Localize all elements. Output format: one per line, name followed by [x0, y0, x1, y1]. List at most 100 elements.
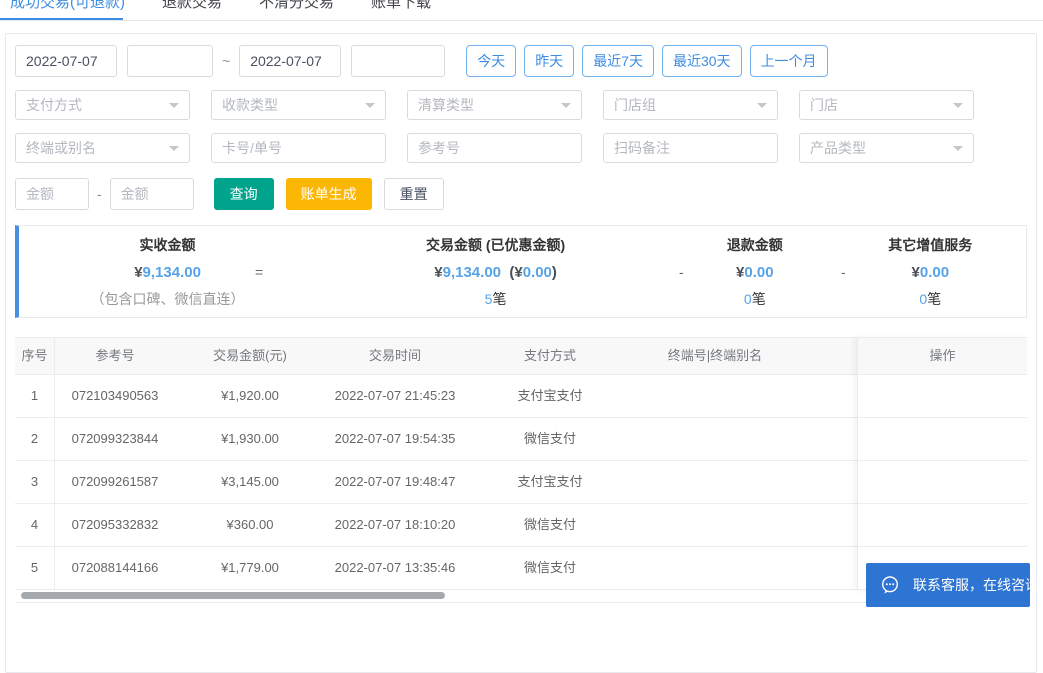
amount-filter-row: - 查询 账单生成 重置 — [15, 178, 1027, 210]
chevron-down-icon — [169, 103, 179, 108]
quick-range-30days-button[interactable]: 最近30天 — [661, 45, 742, 77]
search-button[interactable]: 查询 — [213, 178, 274, 210]
active-tab-underline — [0, 18, 123, 20]
cell-reference: 072099261587 — [71, 474, 159, 489]
chevron-down-icon — [561, 103, 571, 108]
cell-seq: 3 — [15, 461, 55, 503]
reference-number-input[interactable] — [407, 133, 582, 163]
header-action: 操作 — [858, 337, 1027, 375]
store-select-label: 门店 — [810, 97, 838, 113]
payment-method-select-label: 支付方式 — [26, 97, 82, 113]
summary-other-count: 0笔 — [919, 291, 942, 307]
amount-range-dash: - — [97, 186, 102, 202]
cell-seq: 4 — [15, 504, 55, 546]
cell-amount: ¥360.00 — [226, 517, 274, 532]
store-group-select[interactable]: 门店组 — [603, 90, 778, 120]
header-terminal: 终端号|终端别名 — [667, 348, 763, 363]
collection-type-select[interactable]: 收款类型 — [211, 90, 386, 120]
quick-range-today-button[interactable]: 今天 — [466, 45, 517, 77]
tab-bar: 成功交易(可退款) 退款交易 不清分交易 账单下载 — [0, 0, 1043, 21]
cell-seq: 2 — [15, 418, 55, 460]
summary-received-amount: ¥9,134.00 — [134, 264, 201, 281]
store-select[interactable]: 门店 — [799, 90, 974, 120]
cell-method: 微信支付 — [523, 560, 576, 575]
summary-trade-count: 5笔 — [484, 291, 507, 307]
date-range-separator: ~ — [222, 53, 231, 69]
contact-support-button[interactable]: 联系客服，在线咨询 — [866, 563, 1039, 607]
summary-trade-amount: ¥9,134.00 (¥0.00) — [434, 264, 557, 281]
chevron-down-icon — [953, 103, 963, 108]
cell-seq: 5 — [15, 547, 55, 589]
cell-action — [858, 504, 1027, 547]
time-to-input[interactable] — [351, 45, 446, 77]
summary-refund-count: 0笔 — [743, 291, 766, 307]
summary-other-label: 其它增值服务 — [888, 237, 973, 253]
settlement-type-select[interactable]: 清算类型 — [407, 90, 582, 120]
summary-received-note: （包含口碑、微信直连） — [90, 291, 245, 307]
card-number-input[interactable] — [211, 133, 386, 163]
cell-reference: 072095332832 — [71, 517, 159, 532]
filter-row-1: 支付方式 收款类型 清算类型 门店组 门店 — [15, 90, 1027, 120]
summary-minus-sign: - — [679, 264, 684, 280]
cell-time: 2022-07-07 19:54:35 — [334, 431, 456, 446]
horizontal-scrollbar-thumb[interactable] — [21, 592, 445, 599]
cell-terminal — [635, 375, 795, 417]
cell-terminal — [635, 504, 795, 546]
reset-button[interactable]: 重置 — [383, 178, 444, 210]
summary-other-amount: ¥0.00 — [911, 264, 950, 281]
tab-refund-trades[interactable]: 退款交易 — [162, 0, 222, 19]
cell-amount: ¥3,145.00 — [221, 474, 279, 489]
tab-success-trades[interactable]: 成功交易(可退款) — [10, 0, 125, 19]
chevron-down-icon — [169, 146, 179, 151]
contact-support-label: 联系客服，在线咨询 — [913, 577, 1039, 593]
terminal-or-alias-select[interactable]: 终端或别名 — [15, 133, 190, 163]
chat-bubble-icon — [881, 576, 899, 594]
header-time: 交易时间 — [368, 348, 421, 363]
cell-action — [858, 418, 1027, 461]
summary-minus-sign: - — [841, 264, 846, 280]
cell-method: 微信支付 — [523, 431, 576, 446]
cell-method: 支付宝支付 — [517, 474, 583, 489]
cell-action — [858, 461, 1027, 504]
amount-min-input[interactable] — [15, 178, 89, 210]
cell-reference: 072103490563 — [71, 388, 159, 403]
quick-range-lastmonth-button[interactable]: 上一个月 — [749, 45, 828, 77]
header-method: 支付方式 — [523, 348, 576, 363]
summary-other-services: 其它增值服务 ¥0.00 0笔 — [835, 232, 1026, 311]
collection-type-select-label: 收款类型 — [222, 97, 278, 113]
time-from-input[interactable] — [127, 45, 213, 77]
store-group-select-label: 门店组 — [614, 97, 656, 113]
cell-reference: 072099323844 — [71, 431, 159, 446]
summary-refund-amount: ¥0.00 — [736, 264, 774, 281]
terminal-or-alias-select-label: 终端或别名 — [26, 140, 96, 156]
chevron-down-icon — [365, 103, 375, 108]
summary-received-label: 实收金额 — [139, 237, 196, 253]
scan-remark-input[interactable] — [603, 133, 778, 163]
cell-time: 2022-07-07 19:48:47 — [334, 474, 456, 489]
filter-row-2: 终端或别名 产品类型 — [15, 133, 1027, 163]
date-to-input[interactable] — [239, 45, 342, 77]
header-amount: 交易金额(元) — [213, 348, 287, 363]
cell-seq: 1 — [15, 375, 55, 417]
header-seq: 序号 — [15, 338, 55, 374]
summary-equals-sign: = — [255, 264, 264, 280]
summary-received: 实收金额 ¥9,134.00 （包含口碑、微信直连） — [19, 232, 316, 311]
cell-action — [858, 375, 1027, 418]
payment-method-select[interactable]: 支付方式 — [15, 90, 190, 120]
generate-bill-button[interactable]: 账单生成 — [285, 178, 372, 210]
cell-terminal — [635, 461, 795, 503]
summary-trade: 交易金额 (已优惠金额) ¥9,134.00 (¥0.00) 5笔 — [316, 232, 675, 311]
quick-range-yesterday-button[interactable]: 昨天 — [524, 45, 575, 77]
date-from-input[interactable] — [15, 45, 117, 77]
tab-unsettled-trades[interactable]: 不清分交易 — [259, 0, 334, 19]
quick-range-7days-button[interactable]: 最近7天 — [582, 45, 654, 77]
amount-max-input[interactable] — [109, 178, 194, 210]
cell-reference: 072088144166 — [71, 560, 159, 575]
cell-method: 微信支付 — [523, 517, 576, 532]
tab-bill-download[interactable]: 账单下载 — [371, 0, 431, 19]
product-type-select[interactable]: 产品类型 — [799, 133, 974, 163]
chevron-down-icon — [953, 146, 963, 151]
summary-refund-label: 退款金额 — [726, 237, 783, 253]
summary-refund: 退款金额 ¥0.00 0笔 — [675, 232, 835, 311]
cell-amount: ¥1,930.00 — [221, 431, 279, 446]
